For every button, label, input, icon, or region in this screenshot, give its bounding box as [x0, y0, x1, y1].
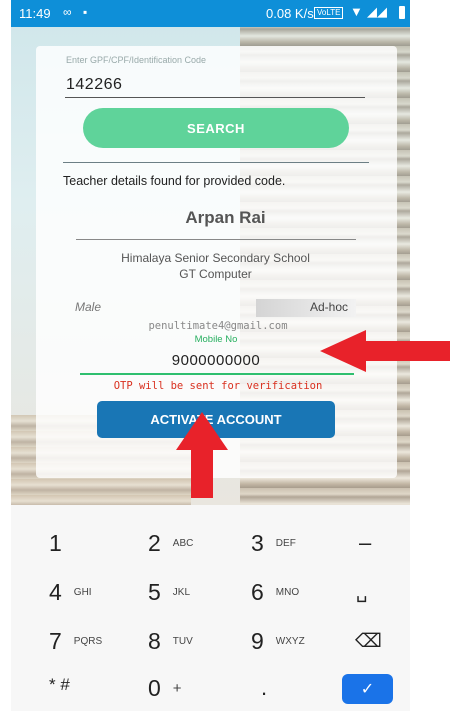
up-arrow-annotation	[176, 412, 228, 498]
wifi-icon: ▼	[350, 4, 363, 19]
subject: GT Computer	[179, 267, 252, 281]
status-bar: 11:49 ∞ ▪ 0.08 K/s VoLTE ▼ ◢◢	[11, 0, 410, 27]
star-hash-key[interactable]: * #	[49, 662, 70, 708]
divider	[63, 162, 369, 163]
key-2[interactable]: 2 ABC	[148, 520, 193, 566]
key-9[interactable]: 9 WXYZ	[251, 618, 305, 664]
space-icon: ␣	[356, 581, 368, 602]
signal-icon: ◢◢	[367, 4, 387, 19]
code-input[interactable]: 142266	[66, 76, 122, 94]
school-info: Himalaya Senior Secondary School GT Comp…	[0, 250, 431, 282]
numeric-keypad: 1 2 ABC 3 DEF – 4 GHI 5 JKL 6 MNO ␣ 7 PQRS 8 TU…	[11, 505, 410, 711]
done-key[interactable]: ✓	[342, 674, 393, 704]
status-time: 11:49	[19, 6, 51, 21]
key-4[interactable]: 4 GHI	[49, 569, 92, 615]
network-speed: 0.08 K/s	[266, 6, 314, 21]
space-key[interactable]: ␣	[356, 569, 367, 615]
code-field-label: Enter GPF/CPF/Identification Code	[66, 55, 207, 65]
school-name: Himalaya Senior Secondary School	[121, 251, 310, 265]
name-underline	[76, 239, 356, 240]
checkmark-icon: ✓	[360, 681, 375, 698]
gender-value: Male	[75, 300, 102, 314]
teacher-name: Arpan Rai	[185, 208, 266, 227]
voicemail-icon: ∞	[63, 5, 72, 19]
otp-note: OTP will be sent for verification	[113, 380, 323, 392]
backspace-key[interactable]: ⌫	[355, 618, 382, 664]
key-3[interactable]: 3 DEF	[251, 520, 296, 566]
key-0[interactable]: 0 +	[148, 665, 182, 711]
battery-icon	[399, 6, 405, 19]
code-input-underline	[65, 97, 365, 98]
key-7[interactable]: 7 PQRS	[49, 618, 102, 664]
minus-icon: –	[359, 530, 372, 555]
search-button[interactable]: SEARCH	[83, 108, 349, 148]
key-6[interactable]: 6 MNO	[251, 569, 299, 615]
image-icon: ▪	[83, 5, 88, 19]
key-5[interactable]: 5 JKL	[148, 569, 190, 615]
mobile-input-underline	[80, 373, 354, 375]
dot-key[interactable]: .	[261, 665, 267, 711]
key-1[interactable]: 1	[49, 520, 62, 566]
backspace-icon: ⌫	[355, 630, 382, 652]
volte-badge: VoLTE	[314, 7, 344, 19]
result-message: Teacher details found for provided code.	[63, 174, 286, 188]
left-arrow-annotation	[320, 330, 450, 372]
minus-key[interactable]: –	[359, 520, 371, 566]
employment-type: Ad-hoc	[310, 300, 349, 314]
key-8[interactable]: 8 TUV	[148, 618, 193, 664]
